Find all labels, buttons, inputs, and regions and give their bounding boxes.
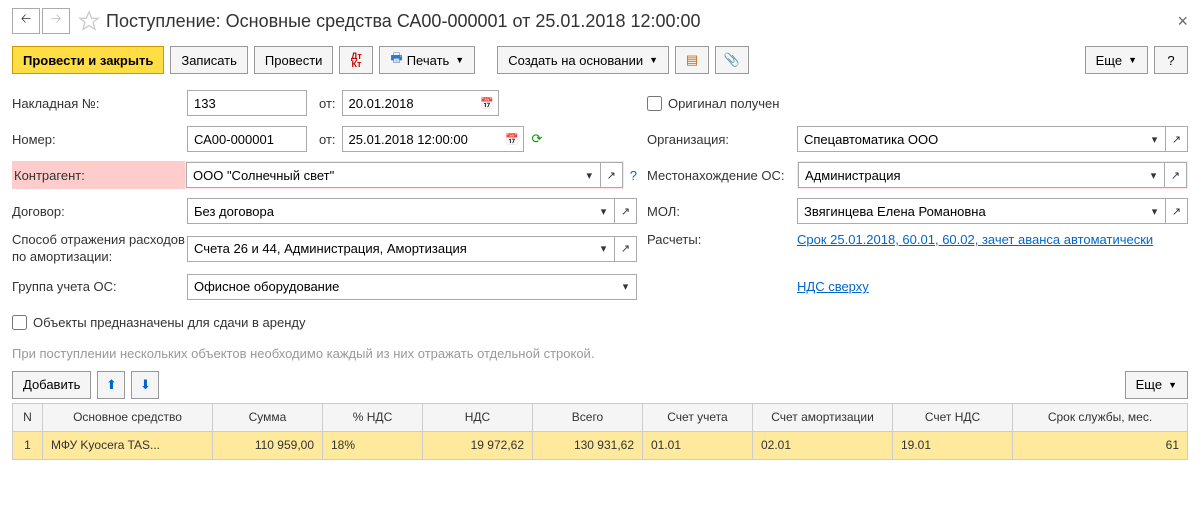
chevron-down-icon: ▼ xyxy=(649,55,658,65)
add-row-button[interactable]: Добавить xyxy=(12,371,91,399)
calc-link[interactable]: Срок 25.01.2018, 60.01, 60.02, зачет ава… xyxy=(797,232,1153,247)
mol-dropdown[interactable]: ▾ xyxy=(1144,198,1166,224)
contract-input[interactable] xyxy=(187,198,593,224)
chevron-down-icon: ▼ xyxy=(1168,380,1177,390)
chevron-down-icon: ▼ xyxy=(455,55,464,65)
favorite-icon[interactable] xyxy=(78,10,100,32)
dtkt-icon: ДтКт xyxy=(351,52,362,68)
org-dropdown[interactable]: ▾ xyxy=(1144,126,1166,152)
number-date-input[interactable] xyxy=(342,126,502,152)
cell-asset[interactable]: МФУ Kyocera TAS... xyxy=(43,431,213,459)
invoice-date-input[interactable] xyxy=(342,90,477,116)
col-vat-pct[interactable]: % НДС xyxy=(323,403,423,431)
document-icon: ▤ xyxy=(686,52,698,68)
mol-input[interactable] xyxy=(797,198,1144,224)
depr-dropdown[interactable]: ▾ xyxy=(593,236,615,262)
rent-checkbox[interactable] xyxy=(12,315,27,330)
osgroup-dropdown[interactable]: ▾ xyxy=(615,274,637,300)
cell-life[interactable]: 61 xyxy=(1013,431,1188,459)
from-label-2: от: xyxy=(319,132,336,147)
depr-open[interactable]: ↗ xyxy=(615,236,637,262)
more-button[interactable]: Еще▼ xyxy=(1085,46,1148,74)
dtkt-button[interactable]: ДтКт xyxy=(339,46,373,74)
paperclip-icon: 📎 xyxy=(724,52,740,68)
col-total[interactable]: Всего xyxy=(533,403,643,431)
depr-method-input[interactable] xyxy=(187,236,593,262)
contractor-help[interactable]: ? xyxy=(630,168,637,183)
cell-acc[interactable]: 01.01 xyxy=(643,431,753,459)
os-group-label: Группа учета ОС: xyxy=(12,279,187,294)
col-acc-depr[interactable]: Счет амортизации xyxy=(753,403,893,431)
mol-open[interactable]: ↗ xyxy=(1166,198,1188,224)
post-button[interactable]: Провести xyxy=(254,46,334,74)
cell-vat[interactable]: 19 972,62 xyxy=(423,431,533,459)
contractor-label: Контрагент: xyxy=(12,161,187,189)
col-acc-vat[interactable]: Счет НДС xyxy=(893,403,1013,431)
mol-label: МОЛ: xyxy=(647,204,797,219)
move-up-button[interactable]: ⬆ xyxy=(97,371,125,399)
move-down-button[interactable]: ⬇ xyxy=(131,371,159,399)
cell-n[interactable]: 1 xyxy=(13,431,43,459)
document-button[interactable]: ▤ xyxy=(675,46,709,74)
back-button[interactable]: 🡠 xyxy=(12,8,40,34)
rent-label: Объекты предназначены для сдачи в аренду xyxy=(33,315,305,330)
os-location-input[interactable] xyxy=(798,162,1143,188)
page-title: Поступление: Основные средства СА00-0000… xyxy=(106,11,1177,32)
os-group-input[interactable] xyxy=(187,274,615,300)
cell-acc-vat[interactable]: 19.01 xyxy=(893,431,1013,459)
organization-label: Организация: xyxy=(647,132,797,147)
original-label: Оригинал получен xyxy=(668,96,779,111)
loc-dropdown[interactable]: ▾ xyxy=(1143,162,1165,188)
invoice-no-input[interactable] xyxy=(187,90,307,116)
os-location-label: Местонахождение ОС: xyxy=(647,168,797,183)
save-button[interactable]: Записать xyxy=(170,46,248,74)
number-input[interactable] xyxy=(187,126,307,152)
contractor-open[interactable]: ↗ xyxy=(601,162,623,188)
from-label-1: от: xyxy=(319,96,336,111)
done-icon[interactable]: ⟳ xyxy=(532,131,543,147)
invoice-no-label: Накладная №: xyxy=(12,96,187,111)
contractor-dropdown[interactable]: ▾ xyxy=(579,162,601,188)
cell-sum[interactable]: 110 959,00 xyxy=(213,431,323,459)
create-based-button[interactable]: Создать на основании▼ xyxy=(497,46,669,74)
contract-open[interactable]: ↗ xyxy=(615,198,637,224)
depr-method-label: Способ отражения расходов по амортизации… xyxy=(12,232,187,266)
col-life[interactable]: Срок службы, мес. xyxy=(1013,403,1188,431)
col-asset[interactable]: Основное средство xyxy=(43,403,213,431)
original-checkbox[interactable] xyxy=(647,96,662,111)
organization-input[interactable] xyxy=(797,126,1144,152)
contract-label: Договор: xyxy=(12,204,187,219)
print-icon: 🖶 xyxy=(390,49,402,71)
hint-text: При поступлении нескольких объектов необ… xyxy=(12,346,1188,361)
col-sum[interactable]: Сумма xyxy=(213,403,323,431)
assets-table: N Основное средство Сумма % НДС НДС Всег… xyxy=(12,403,1188,460)
table-header-row: N Основное средство Сумма % НДС НДС Всег… xyxy=(13,403,1188,431)
rent-checkbox-wrap[interactable]: Объекты предназначены для сдачи в аренду xyxy=(12,315,305,330)
forward-button[interactable]: 🡢 xyxy=(42,8,70,34)
contract-dropdown[interactable]: ▾ xyxy=(593,198,615,224)
table-row[interactable]: 1 МФУ Kyocera TAS... 110 959,00 18% 19 9… xyxy=(13,431,1188,459)
org-open[interactable]: ↗ xyxy=(1166,126,1188,152)
cell-acc-depr[interactable]: 02.01 xyxy=(753,431,893,459)
attach-button[interactable]: 📎 xyxy=(715,46,749,74)
vat-link[interactable]: НДС сверху xyxy=(797,279,869,294)
calendar-icon-2[interactable]: 📅 xyxy=(502,126,524,152)
cell-total[interactable]: 130 931,62 xyxy=(533,431,643,459)
help-button[interactable]: ? xyxy=(1154,46,1188,74)
cell-vat-pct[interactable]: 18% xyxy=(323,431,423,459)
col-n[interactable]: N xyxy=(13,403,43,431)
col-vat[interactable]: НДС xyxy=(423,403,533,431)
table-more-button[interactable]: Еще▼ xyxy=(1125,371,1188,399)
calc-label: Расчеты: xyxy=(647,232,797,247)
loc-open[interactable]: ↗ xyxy=(1165,162,1187,188)
contractor-input[interactable] xyxy=(186,162,579,188)
post-and-close-button[interactable]: Провести и закрыть xyxy=(12,46,164,74)
close-icon[interactable]: × xyxy=(1177,11,1188,32)
calendar-icon[interactable]: 📅 xyxy=(477,90,499,116)
col-acc[interactable]: Счет учета xyxy=(643,403,753,431)
number-label: Номер: xyxy=(12,132,187,147)
print-button[interactable]: 🖶Печать▼ xyxy=(379,46,475,74)
chevron-down-icon: ▼ xyxy=(1128,55,1137,65)
original-checkbox-wrap[interactable]: Оригинал получен xyxy=(647,96,779,111)
